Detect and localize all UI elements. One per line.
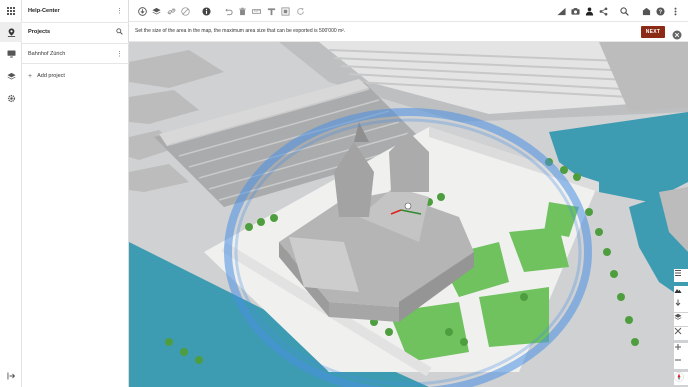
help-center-title: Help-Center — [28, 8, 60, 14]
projects-title: Projects — [28, 29, 51, 35]
frame-icon[interactable] — [279, 5, 291, 17]
plus-icon: + — [28, 72, 33, 80]
download-arrow-icon[interactable] — [674, 299, 688, 312]
map-3d-view[interactable] — [129, 42, 688, 387]
tool-icon[interactable] — [265, 5, 277, 17]
download-icon[interactable] — [136, 5, 148, 17]
projects-header: Projects — [22, 25, 129, 39]
collapse-sidebar-icon[interactable] — [0, 366, 22, 386]
ruler-icon[interactable] — [250, 5, 262, 17]
projects-panel: Help-Center ⋮ Projects Bahnhof Zürich ⋮ … — [22, 0, 129, 387]
trash-icon[interactable] — [236, 5, 248, 17]
camera-icon[interactable] — [569, 5, 581, 17]
link-icon[interactable] — [165, 5, 177, 17]
divider — [22, 43, 129, 44]
top-toolbar: ? — [129, 0, 688, 22]
more-vertical-icon[interactable]: ⋮ — [116, 51, 123, 58]
eye-off-icon[interactable] — [179, 5, 191, 17]
refresh-icon[interactable] — [294, 5, 306, 17]
project-item[interactable]: Bahnhof Zürich ⋮ — [22, 47, 129, 61]
person-icon[interactable] — [583, 5, 595, 17]
divider — [22, 63, 129, 64]
divider — [22, 22, 129, 23]
slope-icon[interactable] — [555, 5, 567, 17]
add-project-button[interactable]: + Add project — [22, 69, 129, 83]
settings-icon[interactable] — [0, 88, 22, 108]
layers-icon[interactable] — [0, 66, 22, 86]
more-vertical-icon[interactable] — [669, 5, 681, 17]
svg-text:?: ? — [658, 9, 662, 15]
monitor-icon[interactable] — [0, 44, 22, 64]
instruction-bar: Set the size of the area in the map, the… — [129, 22, 688, 42]
list-icon[interactable] — [674, 269, 688, 282]
close-icon[interactable] — [672, 27, 682, 40]
share-icon[interactable] — [597, 5, 609, 17]
icon-rail — [0, 0, 22, 387]
more-vertical-icon[interactable]: ⋮ — [116, 8, 123, 15]
compass-icon[interactable] — [674, 372, 688, 385]
apps-grid-icon[interactable] — [0, 1, 22, 21]
zoom-in-icon[interactable] — [674, 343, 688, 356]
terrain-icon[interactable] — [674, 286, 688, 299]
search-icon[interactable] — [618, 5, 630, 17]
panel-header: Help-Center ⋮ — [22, 4, 129, 18]
location-pin-icon[interactable] — [0, 22, 22, 42]
next-button[interactable]: NEXT — [641, 26, 665, 38]
globe-icon[interactable] — [640, 5, 652, 17]
map-controls — [674, 269, 688, 387]
add-project-label: Add project — [37, 73, 65, 79]
layers-icon[interactable] — [674, 313, 688, 326]
help-icon[interactable]: ? — [654, 5, 666, 17]
zoom-out-icon[interactable] — [674, 356, 688, 369]
search-icon[interactable] — [116, 27, 123, 37]
crosshair-icon[interactable] — [674, 327, 688, 340]
instruction-text: Set the size of the area in the map, the… — [135, 28, 346, 34]
map-scene — [129, 42, 688, 387]
info-icon[interactable] — [200, 5, 212, 17]
layers-icon[interactable] — [150, 5, 162, 17]
project-name: Bahnhof Zürich — [28, 51, 66, 57]
undo-icon[interactable] — [222, 5, 234, 17]
